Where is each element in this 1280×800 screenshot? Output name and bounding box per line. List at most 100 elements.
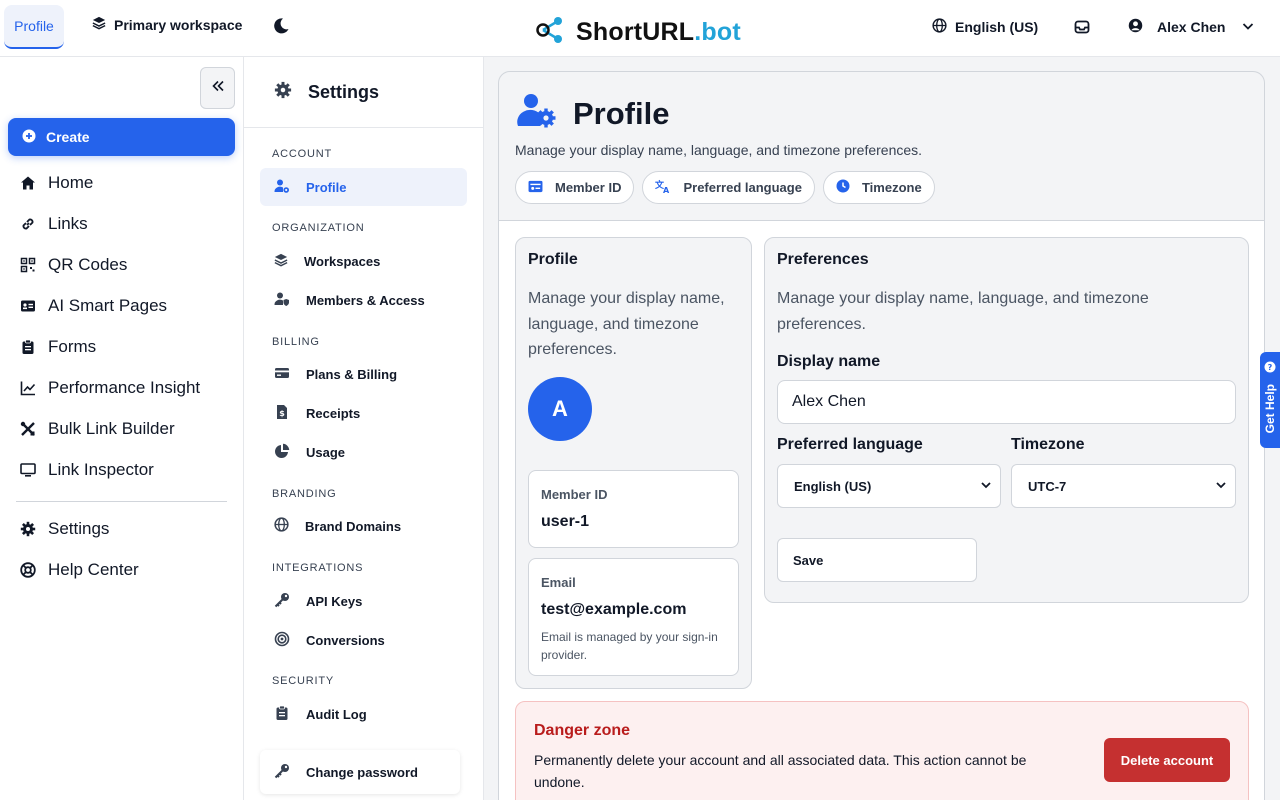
svg-text:A: A (663, 186, 670, 193)
nav-divider (16, 501, 227, 502)
chip-timezone[interactable]: Timezone (822, 171, 935, 204)
display-name-input[interactable] (777, 380, 1236, 424)
preferences-card: Preferences Manage your display name, la… (764, 237, 1249, 603)
member-id-value: user-1 (541, 513, 590, 530)
nav-item-label: Links (48, 213, 88, 233)
workspace-label: Primary workspace (114, 16, 243, 33)
dark-mode-toggle[interactable] (272, 17, 290, 40)
danger-zone-title: Danger zone (534, 722, 631, 739)
settings-item-workspaces[interactable]: Workspaces (260, 242, 467, 280)
workspace-switcher[interactable]: Primary workspace (92, 16, 242, 33)
nav-item-forms[interactable]: Forms (20, 326, 230, 367)
chart-line-icon (20, 380, 36, 396)
nav-item-links[interactable]: Links (20, 203, 230, 244)
main-content: Profile Manage your display name, langua… (484, 57, 1280, 800)
brand-name: ShortURL.bot (576, 18, 741, 47)
svg-text:?: ? (1268, 363, 1273, 372)
settings-item-audit-log[interactable]: Audit Log (260, 695, 467, 733)
settings-item-label: Profile (306, 179, 347, 195)
settings-item-plans[interactable]: Plans & Billing (260, 355, 467, 393)
nav-item-label: Performance Insight (48, 377, 201, 397)
user-gear-icon (274, 178, 290, 197)
profile-tab[interactable]: Profile (4, 5, 64, 49)
inbox-button[interactable] (1074, 19, 1090, 40)
clipboard-icon (20, 339, 36, 355)
globe-icon (932, 18, 947, 36)
help-circle-icon: ? (1264, 360, 1276, 378)
nav-item-ai-smart-pages[interactable]: AI Smart Pages (20, 285, 230, 326)
get-help-label: Get Help (1263, 384, 1277, 434)
settings-item-label: Conversions (306, 632, 385, 648)
language-field-label: Preferred language (777, 436, 923, 453)
language-select[interactable]: English (US) (777, 464, 1001, 508)
nav-item-settings[interactable]: Settings (20, 508, 230, 549)
danger-zone-description: Permanently delete your account and all … (534, 752, 1027, 790)
nav-item-bulk-link-builder[interactable]: Bulk Link Builder (20, 408, 230, 449)
language-label: English (US) (955, 19, 1039, 35)
chevron-down-icon (980, 479, 992, 494)
tools-icon (20, 421, 36, 437)
chip-preferred-language[interactable]: 文A Preferred language (642, 171, 815, 204)
user-circle-icon (1128, 18, 1143, 36)
page-description: Manage your display name, language, and … (515, 142, 923, 158)
settings-item-usage[interactable]: Usage (260, 433, 467, 471)
nav-list: Home Links QR Codes AI Smart Pages Forms… (20, 162, 230, 490)
clock-icon (836, 179, 850, 196)
translate-icon: 文A (654, 179, 671, 196)
profile-tab-label: Profile (14, 18, 54, 34)
nav-item-label: Bulk Link Builder (48, 418, 175, 438)
nav-item-link-inspector[interactable]: Link Inspector (20, 449, 230, 490)
settings-item-label: Workspaces (304, 253, 381, 269)
timezone-select[interactable]: UTC-7 (1011, 464, 1236, 508)
section-security: SECURITY (272, 675, 335, 687)
settings-item-label: API Keys (306, 593, 363, 609)
settings-item-change-password[interactable]: Change password (260, 750, 460, 794)
layers-icon (92, 16, 106, 33)
nav-item-qr-codes[interactable]: QR Codes (20, 244, 230, 285)
email-label: Email (541, 575, 576, 590)
double-chevron-left-icon (211, 79, 225, 98)
nav-item-label: Link Inspector (48, 459, 154, 479)
user-menu[interactable]: Alex Chen (1128, 18, 1255, 36)
id-card-icon (20, 298, 36, 314)
create-button[interactable]: Create (8, 118, 235, 156)
danger-zone: Danger zone Permanently delete your acco… (515, 701, 1249, 800)
user-shield-icon (274, 291, 290, 310)
delete-account-button[interactable]: Delete account (1104, 738, 1230, 782)
brand-main: ShortURL (576, 18, 695, 46)
settings-item-receipts[interactable]: $ Receipts (260, 394, 467, 432)
delete-account-label: Delete account (1120, 752, 1214, 768)
settings-item-conversions[interactable]: Conversions (260, 621, 467, 659)
section-organization: ORGANIZATION (272, 222, 365, 234)
settings-item-label: Change password (306, 764, 418, 780)
brand-logo[interactable]: ShortURL.bot (536, 15, 741, 50)
gear-icon (20, 521, 36, 537)
receipt-icon: $ (274, 404, 290, 423)
section-chips: Member ID 文A Preferred language Timezone (515, 171, 935, 204)
settings-item-members[interactable]: Members & Access (260, 281, 467, 319)
collapse-sidebar-button[interactable] (200, 67, 235, 109)
key-icon (274, 763, 290, 782)
qr-code-icon (20, 257, 36, 273)
profile-card: Profile Manage your display name, langua… (515, 237, 752, 689)
language-selector[interactable]: English (US) (932, 18, 1038, 36)
nav-item-performance-insight[interactable]: Performance Insight (20, 367, 230, 408)
save-button[interactable]: Save (777, 538, 977, 582)
top-bar: Profile Primary workspace ShortURL.bot E… (0, 0, 1280, 57)
avatar: A (528, 377, 592, 441)
svg-text:$: $ (279, 409, 285, 418)
settings-sidebar: Settings ACCOUNT Profile ORGANIZATION Wo… (244, 57, 484, 800)
nav-item-help-center[interactable]: Help Center (20, 549, 230, 590)
monitor-icon (20, 462, 36, 478)
settings-item-api-keys[interactable]: API Keys (260, 582, 467, 620)
chip-member-id[interactable]: Member ID (515, 171, 635, 204)
get-help-button[interactable]: ? Get Help (1260, 352, 1280, 448)
settings-item-brand-domains[interactable]: Brand Domains (260, 507, 467, 545)
credit-card-icon (274, 365, 290, 384)
page-title: Profile (517, 92, 669, 136)
home-icon (20, 175, 36, 191)
nav-item-home[interactable]: Home (20, 162, 230, 203)
settings-item-profile[interactable]: Profile (260, 168, 467, 206)
lifebuoy-icon (20, 561, 36, 578)
gear-icon (274, 81, 292, 104)
